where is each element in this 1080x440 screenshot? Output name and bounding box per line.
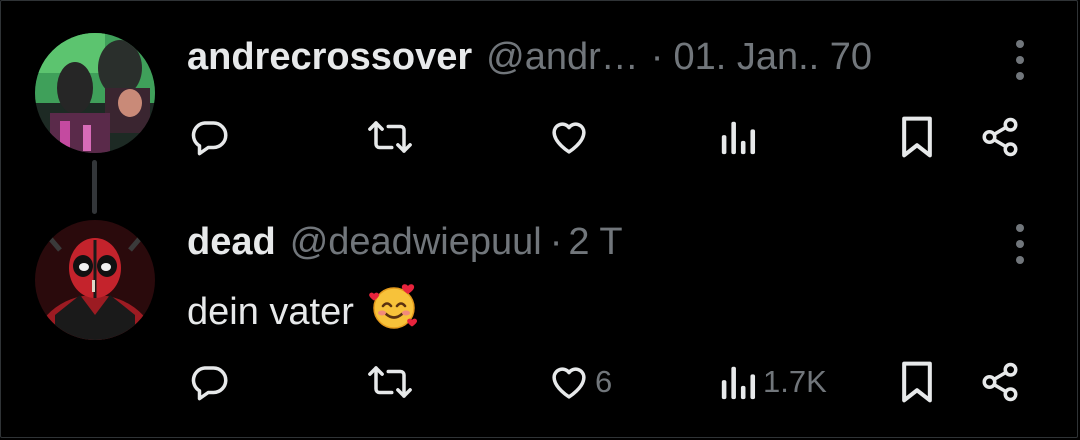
- more-options-icon[interactable]: [1014, 40, 1026, 80]
- tweet-header: andrecrossover @andr… · 01. Jan.. 70: [187, 35, 872, 79]
- views-button[interactable]: [719, 112, 763, 162]
- heart-icon: [547, 361, 591, 403]
- heart-icon: [547, 116, 591, 158]
- retweet-icon: [367, 116, 413, 158]
- more-options-icon[interactable]: [1014, 224, 1026, 264]
- tweet-action-bar: [0, 112, 1080, 162]
- views-count: 1.7K: [763, 364, 827, 399]
- thread-connector-line: [92, 160, 97, 214]
- tweet-action-bar: 6 1.7K: [0, 357, 1080, 407]
- views-button[interactable]: 1.7K: [719, 357, 827, 407]
- like-button[interactable]: 6: [547, 357, 612, 407]
- share-button[interactable]: [979, 357, 1021, 407]
- user-handle[interactable]: @andr…: [486, 35, 639, 79]
- separator-dot: ·: [650, 36, 664, 78]
- timestamp[interactable]: 01. Jan.. 70: [673, 35, 872, 79]
- share-icon: [979, 361, 1021, 403]
- smiling-face-with-hearts-icon: [368, 280, 420, 344]
- reply-button[interactable]: [189, 112, 231, 162]
- views-chart-icon: [719, 361, 759, 403]
- timestamp[interactable]: 2 T: [568, 220, 622, 264]
- tweet-text: dein vater: [187, 291, 354, 333]
- retweet-icon: [367, 361, 413, 403]
- bookmark-button[interactable]: [898, 357, 936, 407]
- bookmark-icon: [898, 115, 936, 159]
- reply-icon: [189, 361, 231, 403]
- retweet-button[interactable]: [367, 112, 413, 162]
- like-count: 6: [595, 364, 613, 399]
- display-name[interactable]: andrecrossover: [187, 35, 472, 79]
- tweet-header: dead @deadwiepuul · 2 T: [187, 220, 623, 264]
- views-chart-icon: [719, 116, 759, 158]
- share-icon: [979, 116, 1021, 158]
- user-handle[interactable]: @deadwiepuul: [290, 220, 542, 264]
- tweet-body: dein vater: [187, 280, 420, 344]
- bookmark-button[interactable]: [898, 112, 936, 162]
- retweet-button[interactable]: [367, 357, 413, 407]
- share-button[interactable]: [979, 112, 1021, 162]
- bookmark-icon: [898, 360, 936, 404]
- user-avatar[interactable]: [35, 220, 155, 340]
- display-name[interactable]: dead: [187, 220, 276, 264]
- separator-dot: ·: [549, 221, 563, 263]
- like-button[interactable]: [547, 112, 595, 162]
- reply-icon: [189, 116, 231, 158]
- reply-button[interactable]: [189, 357, 231, 407]
